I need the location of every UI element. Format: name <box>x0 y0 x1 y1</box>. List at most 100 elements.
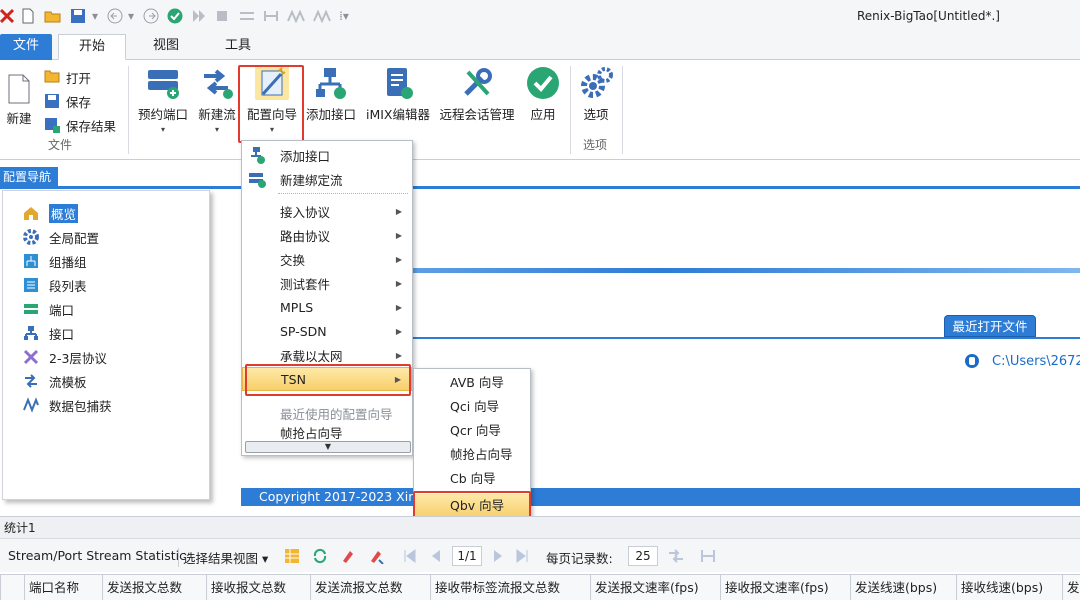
menu-item-frame-preemption[interactable]: 帧抢占向导 <box>242 424 412 441</box>
apply-check-icon <box>526 66 560 100</box>
ribbon-tab-bar: 文件 开始 视图 工具 <box>0 34 1080 60</box>
new-label: 新建 <box>6 111 32 126</box>
menu-item-routing-protocol[interactable]: 路由协议 ▶ <box>242 223 412 247</box>
reserve-port-dropdown-icon[interactable]: ▾ <box>134 125 192 134</box>
remote-session-label: 远程会话管理 <box>439 107 515 122</box>
save-button[interactable]: 保存 <box>44 90 91 112</box>
nav-item-packet-capture[interactable]: 数据包捕获 <box>23 395 112 415</box>
col-rx-tagged-stream-total[interactable]: 接收带标签流报文总数 <box>430 575 590 600</box>
nav-item-multicast-group[interactable]: 组播组 <box>23 251 87 271</box>
tab-tools[interactable]: 工具 <box>206 34 270 60</box>
stream-filter-icon[interactable] <box>668 548 684 564</box>
recent-file-link[interactable]: C:\Users\2672 <box>964 353 1080 369</box>
capture-start-icon[interactable] <box>286 7 306 25</box>
menu-item-mpls[interactable]: MPLS ▶ <box>242 295 412 319</box>
submenu-arrow-icon: ▶ <box>395 326 402 336</box>
start-icon[interactable] <box>190 7 208 25</box>
per-page-input[interactable]: 25 <box>628 546 658 566</box>
nav-item-l23-protocol[interactable]: 2-3层协议 <box>23 347 107 367</box>
apply-check-icon[interactable] <box>166 7 184 25</box>
clear-stats-icon[interactable] <box>340 548 356 564</box>
apply-button[interactable]: 应用 <box>522 66 564 123</box>
page-indicator[interactable]: 1/1 <box>452 546 482 566</box>
tsn-submenu: AVB 向导 Qci 向导 Qcr 向导 帧抢占向导 Cb 向导 Qbv 向导 <box>413 368 531 521</box>
new-stream-button[interactable]: 新建流 ▾ <box>194 66 240 134</box>
submenu-item-frame-preemption[interactable]: 帧抢占向导 <box>414 443 530 467</box>
options-button[interactable]: 选项 <box>576 66 616 123</box>
submenu-arrow-icon: ▶ <box>395 230 402 240</box>
nav-item-stream-template[interactable]: 流模板 <box>23 371 87 391</box>
submenu-item-avb[interactable]: AVB 向导 <box>414 371 530 395</box>
col-rx-rate-fps[interactable]: 接收报文速率(fps) <box>720 575 850 600</box>
col-rx-line-rate[interactable]: 接收线速(bps) <box>956 575 1062 600</box>
stop-icon[interactable] <box>214 7 230 25</box>
config-wizard-highlight <box>238 65 304 143</box>
nav-header-line <box>0 186 1080 189</box>
export-table-icon[interactable] <box>284 548 300 564</box>
redo-icon[interactable] <box>142 7 160 25</box>
config-nav-header[interactable]: 配置导航 <box>0 167 58 187</box>
protocol-icon <box>23 349 39 365</box>
tab-start[interactable]: 开始 <box>58 34 126 60</box>
remote-session-button[interactable]: 远程会话管理 <box>436 66 518 123</box>
menu-scroll-down-button[interactable]: ▼ <box>245 441 411 453</box>
quick-access-dropdown-icon[interactable]: ▾ <box>90 7 100 25</box>
clear-all-icon[interactable] <box>368 548 384 565</box>
nav-item-overview[interactable]: 概览 <box>23 203 79 223</box>
submenu-item-cb[interactable]: Cb 向导 <box>414 467 530 491</box>
menu-item-new-bound-stream[interactable]: 新建绑定流 <box>242 167 412 191</box>
stats-tab[interactable]: 统计1 <box>0 516 1080 538</box>
capture-stop-icon[interactable] <box>312 7 332 25</box>
nav-item-global-config[interactable]: 全局配置 <box>23 227 99 247</box>
col-tx-line-rate[interactable]: 发送线速(bps) <box>850 575 956 600</box>
menu-item-add-interface[interactable]: 添加接口 <box>242 143 412 167</box>
save-result-button[interactable]: 保存结果 <box>44 114 116 136</box>
add-interface-icon <box>314 66 348 100</box>
menu-item-access-protocol[interactable]: 接入协议 ▶ <box>242 199 412 223</box>
new-file-icon[interactable] <box>20 7 36 25</box>
reserve-port-button[interactable]: 预约端口 ▾ <box>134 66 192 134</box>
tab-file[interactable]: 文件 <box>0 34 52 60</box>
new-stream-dropdown-icon[interactable]: ▾ <box>194 125 240 134</box>
imix-editor-button[interactable]: iMIX编辑器 <box>364 66 432 123</box>
last-page-icon[interactable] <box>514 548 530 564</box>
config-wizard-menu: 添加接口 新建绑定流 接入协议 ▶ 路由协议 ▶ 交换 ▶ 测试套件 ▶ MPLS ▶ S… <box>241 140 413 456</box>
col-port-name[interactable]: 端口名称 <box>24 575 102 600</box>
imix-editor-icon <box>381 66 415 100</box>
submenu-item-qcr[interactable]: Qcr 向导 <box>414 419 530 443</box>
bind-stream-filter-icon[interactable] <box>700 548 716 564</box>
open-button[interactable]: 打开 <box>44 66 91 88</box>
first-page-icon[interactable] <box>402 548 418 564</box>
menu-item-switching[interactable]: 交换 ▶ <box>242 247 412 271</box>
options-label: 选项 <box>583 107 609 122</box>
ribbon: 新建 打开 保存 保存结果 文件 预约端口 ▾ 新建流 ▾ 配置向导 ▾ 添加接… <box>0 60 1080 160</box>
bind-stream-icon[interactable] <box>262 7 280 25</box>
col-rx-total[interactable]: 接收报文总数 <box>206 575 310 600</box>
nav-item-segment-list[interactable]: 段列表 <box>23 275 87 295</box>
new-button[interactable]: 新建 <box>4 66 34 127</box>
menu-item-test-suite[interactable]: 测试套件 ▶ <box>242 271 412 295</box>
customize-toolbar-icon[interactable]: ⁞▾ <box>338 7 350 25</box>
col-tx-rate-fps[interactable]: 发送报文速率(fps) <box>590 575 720 600</box>
save-disk-icon[interactable] <box>70 7 86 25</box>
col-tx-total[interactable]: 发送报文总数 <box>102 575 206 600</box>
undo-icon[interactable] <box>106 7 124 25</box>
select-result-view-dropdown[interactable]: 选择结果视图 ▾ <box>178 548 268 567</box>
imix-editor-label: iMIX编辑器 <box>365 107 430 122</box>
col-tx-stream-total[interactable]: 发送流报文总数 <box>310 575 430 600</box>
submenu-item-qci[interactable]: Qci 向导 <box>414 395 530 419</box>
nav-item-port[interactable]: 端口 <box>23 299 74 319</box>
add-interface-button[interactable]: 添加接口 <box>304 66 358 123</box>
tab-view[interactable]: 视图 <box>134 34 198 60</box>
menu-item-sp-sdn[interactable]: SP-SDN ▶ <box>242 319 412 343</box>
undo-dropdown-icon[interactable]: ▾ <box>126 7 136 25</box>
add-interface-label: 添加接口 <box>305 107 356 122</box>
next-page-icon[interactable] <box>490 548 506 564</box>
multicast-icon <box>23 253 39 269</box>
prev-page-icon[interactable] <box>428 548 444 564</box>
stream-tool-icon[interactable] <box>238 7 256 25</box>
open-folder-icon[interactable] <box>44 7 62 25</box>
refresh-icon[interactable] <box>312 548 328 564</box>
nav-item-interface[interactable]: 接口 <box>23 323 74 343</box>
col-truncated[interactable]: 发 <box>1062 575 1080 600</box>
